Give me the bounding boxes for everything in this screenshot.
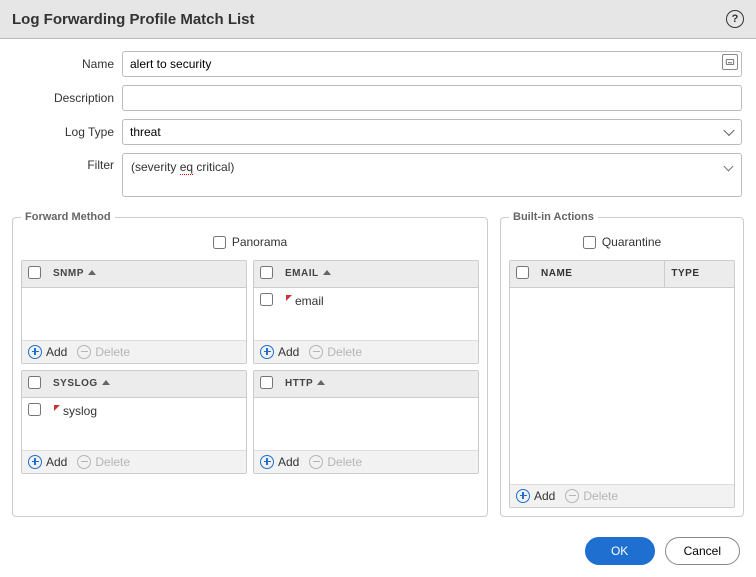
- sort-asc-icon: [88, 270, 96, 275]
- keyboard-icon[interactable]: [722, 54, 738, 70]
- email-list: email: [254, 288, 478, 340]
- sort-asc-icon: [102, 380, 110, 385]
- email-delete-button[interactable]: Delete: [309, 345, 362, 359]
- logtype-select[interactable]: threat: [122, 119, 742, 145]
- panorama-label: Panorama: [232, 235, 287, 249]
- description-label: Description: [14, 91, 114, 105]
- description-input[interactable]: [122, 85, 742, 111]
- minus-icon: [77, 345, 91, 359]
- plus-icon: [260, 455, 274, 469]
- title-bar: Log Forwarding Profile Match List ?: [0, 0, 756, 39]
- snmp-select-all[interactable]: [28, 266, 41, 279]
- plus-icon: [260, 345, 274, 359]
- http-delete-button[interactable]: Delete: [309, 455, 362, 469]
- http-list: [254, 398, 478, 450]
- email-box: EMAIL email Add Delete: [253, 260, 479, 364]
- syslog-add-button[interactable]: Add: [28, 455, 67, 469]
- plus-icon: [516, 489, 530, 503]
- panorama-checkbox-wrap[interactable]: Panorama: [213, 235, 287, 249]
- snmp-header[interactable]: SNMP: [47, 261, 246, 288]
- syslog-box: SYSLOG syslog Add Delete: [21, 370, 247, 474]
- builtin-table: NAME TYPE Add Delete: [509, 260, 735, 508]
- syslog-row-label: syslog: [53, 404, 97, 418]
- builtin-select-all[interactable]: [516, 266, 529, 279]
- plus-icon: [28, 345, 42, 359]
- builtin-actions-panel: Built-in Actions Quarantine NAME TYPE Ad…: [500, 211, 744, 517]
- name-input[interactable]: [122, 51, 742, 77]
- syslog-row-checkbox[interactable]: [28, 403, 41, 416]
- forward-method-panel: Forward Method Panorama SNMP Add Delete: [12, 211, 488, 517]
- quarantine-label: Quarantine: [602, 235, 661, 249]
- dialog-title: Log Forwarding Profile Match List: [12, 11, 255, 28]
- quarantine-checkbox[interactable]: [583, 236, 596, 249]
- minus-icon: [77, 455, 91, 469]
- snmp-delete-button[interactable]: Delete: [77, 345, 130, 359]
- minus-icon: [565, 489, 579, 503]
- builtin-delete-button[interactable]: Delete: [565, 489, 618, 503]
- cancel-button[interactable]: Cancel: [665, 537, 740, 565]
- snmp-box: SNMP Add Delete: [21, 260, 247, 364]
- minus-icon: [309, 345, 323, 359]
- http-box: HTTP Add Delete: [253, 370, 479, 474]
- name-label: Name: [14, 57, 114, 71]
- builtin-legend: Built-in Actions: [509, 211, 598, 223]
- list-item[interactable]: email: [254, 288, 478, 314]
- list-item[interactable]: syslog: [22, 398, 246, 424]
- email-header[interactable]: EMAIL: [279, 261, 478, 288]
- snmp-add-button[interactable]: Add: [28, 345, 67, 359]
- plus-icon: [28, 455, 42, 469]
- minus-icon: [309, 455, 323, 469]
- dialog-footer: OK Cancel: [0, 523, 756, 577]
- sort-asc-icon: [317, 380, 325, 385]
- filter-text: (severity eq critical): [131, 160, 234, 175]
- help-icon[interactable]: ?: [726, 10, 744, 28]
- forward-method-legend: Forward Method: [21, 211, 115, 223]
- builtin-body: [510, 288, 734, 484]
- email-row-label: email: [285, 294, 324, 308]
- form-area: Name Description Log Type threat Filter …: [0, 39, 756, 211]
- sort-asc-icon: [323, 270, 331, 275]
- email-row-checkbox[interactable]: [260, 293, 273, 306]
- filter-label: Filter: [14, 153, 114, 172]
- syslog-delete-button[interactable]: Delete: [77, 455, 130, 469]
- email-select-all[interactable]: [260, 266, 273, 279]
- syslog-select-all[interactable]: [28, 376, 41, 389]
- syslog-list: syslog: [22, 398, 246, 450]
- http-header[interactable]: HTTP: [279, 371, 478, 398]
- filter-input[interactable]: (severity eq critical): [122, 153, 742, 197]
- syslog-header[interactable]: SYSLOG: [47, 371, 246, 398]
- builtin-col-name[interactable]: NAME: [535, 261, 665, 288]
- ok-button[interactable]: OK: [585, 537, 655, 565]
- http-add-button[interactable]: Add: [260, 455, 299, 469]
- email-add-button[interactable]: Add: [260, 345, 299, 359]
- http-select-all[interactable]: [260, 376, 273, 389]
- snmp-list: [22, 288, 246, 340]
- builtin-add-button[interactable]: Add: [516, 489, 555, 503]
- logtype-label: Log Type: [14, 125, 114, 139]
- quarantine-checkbox-wrap[interactable]: Quarantine: [583, 235, 661, 249]
- chevron-down-icon: [724, 162, 734, 172]
- builtin-col-type[interactable]: TYPE: [665, 261, 734, 288]
- panorama-checkbox[interactable]: [213, 236, 226, 249]
